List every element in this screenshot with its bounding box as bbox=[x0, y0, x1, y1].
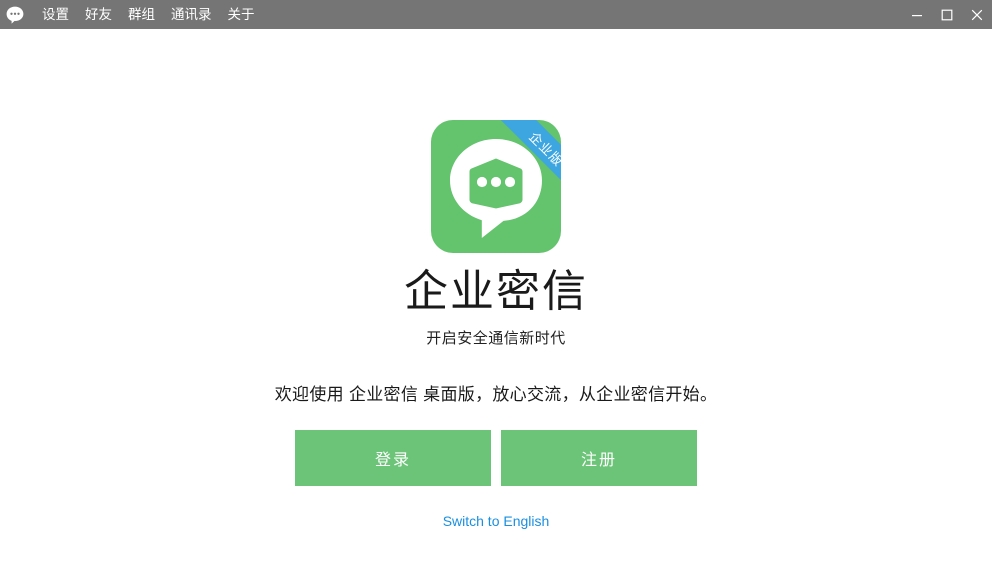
page-subtitle: 开启安全通信新时代 bbox=[426, 330, 566, 347]
minimize-icon[interactable] bbox=[902, 0, 932, 29]
window-controls bbox=[902, 0, 992, 29]
maximize-icon[interactable] bbox=[932, 0, 962, 29]
menubar: 设置 好友 群组 通讯录 关于 bbox=[34, 0, 263, 29]
switch-language-link[interactable]: Switch to English bbox=[443, 513, 550, 529]
titlebar: 设置 好友 群组 通讯录 关于 bbox=[0, 0, 992, 29]
close-icon[interactable] bbox=[962, 0, 992, 29]
register-button[interactable]: 注册 bbox=[501, 430, 697, 486]
menu-item-friends[interactable]: 好友 bbox=[77, 0, 120, 29]
menu-item-groups[interactable]: 群组 bbox=[120, 0, 163, 29]
chat-bubble-icon bbox=[0, 0, 29, 29]
menu-item-contacts[interactable]: 通讯录 bbox=[163, 0, 220, 29]
menu-item-settings[interactable]: 设置 bbox=[34, 0, 77, 29]
enterprise-chat-logo: 企业版 bbox=[431, 120, 561, 253]
action-buttons: 登录 注册 bbox=[295, 430, 697, 486]
main-content: 企业版 企业密信 开启安全通信新时代 欢迎使用 企业密信 桌面版，放心交流，从企… bbox=[0, 29, 992, 568]
page-title: 企业密信 bbox=[404, 267, 588, 316]
menu-item-about[interactable]: 关于 bbox=[220, 0, 263, 29]
welcome-text: 欢迎使用 企业密信 桌面版，放心交流，从企业密信开始。 bbox=[274, 385, 718, 404]
login-button[interactable]: 登录 bbox=[295, 430, 491, 486]
